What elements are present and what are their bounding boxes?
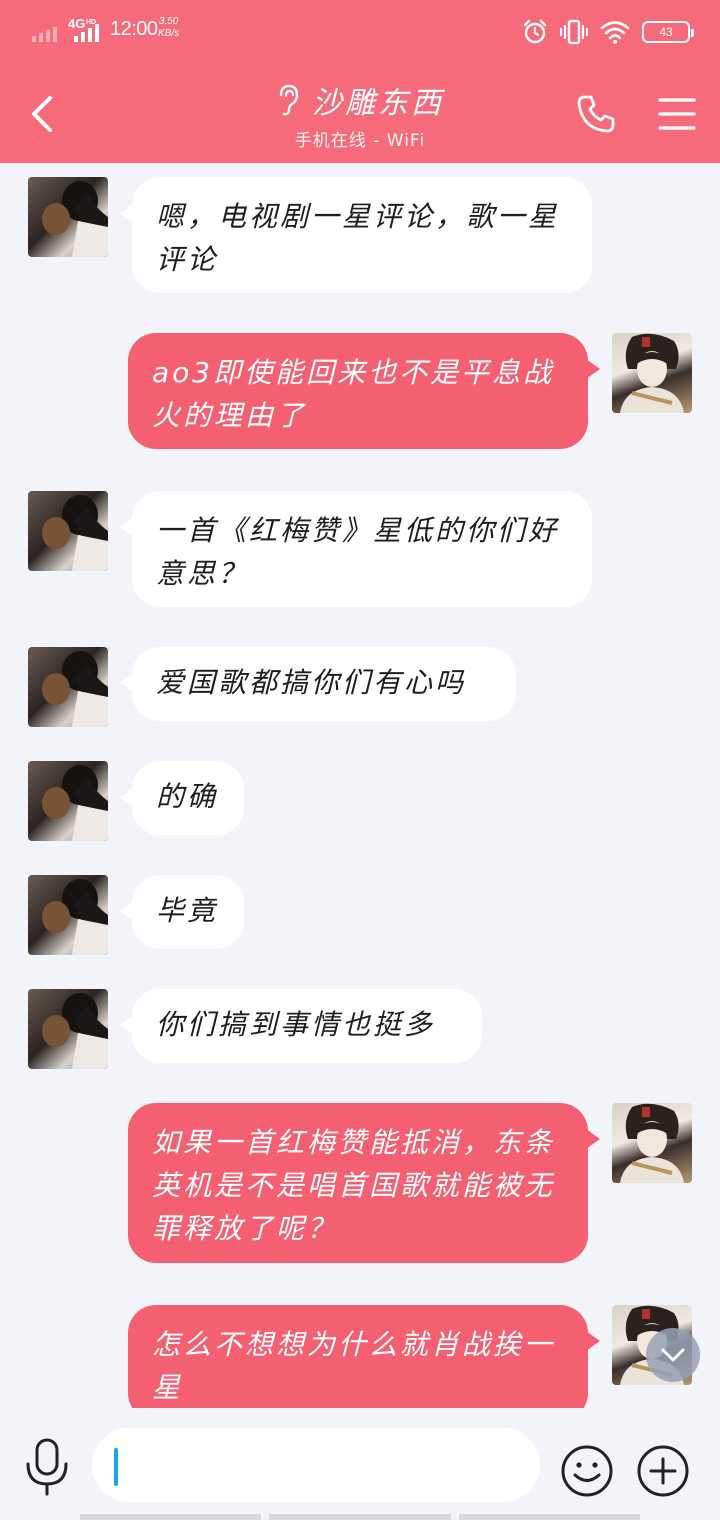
text-caret <box>114 1448 118 1486</box>
menu-icon[interactable] <box>658 96 696 132</box>
chat-header: 4G HD 12:00 3.50 KB/s 43 沙雕东西 手机在线 - WiF… <box>0 0 720 163</box>
incoming-message[interactable]: 毕竟 <box>120 875 244 949</box>
network-speed: 3.50 KB/s <box>158 16 179 40</box>
battery-indicator: 43 <box>642 21 694 43</box>
ear-icon <box>279 84 299 116</box>
wifi-icon <box>600 21 630 44</box>
incoming-message[interactable]: 的确 <box>120 761 244 835</box>
microphone-icon[interactable] <box>24 1438 70 1496</box>
status-time: 12:00 <box>110 18 158 40</box>
my-avatar[interactable] <box>612 333 692 413</box>
network-type: 4G <box>68 16 85 31</box>
friend-avatar[interactable] <box>28 989 108 1069</box>
message-list[interactable]: 嗯，电视剧一星评论，歌一星评论 ao3即使能回来也不是平息战火的理由了 一首《红… <box>0 163 720 1408</box>
friend-avatar[interactable] <box>28 875 108 955</box>
network-speed-unit: KB/s <box>158 28 180 39</box>
status-icons: 43 <box>522 18 694 46</box>
phone-icon[interactable] <box>576 94 616 134</box>
outgoing-message[interactable]: 怎么不想想为什么就肖战挨一星 <box>128 1305 600 1408</box>
friend-avatar[interactable] <box>28 761 108 841</box>
plus-icon[interactable] <box>636 1444 690 1498</box>
signal-icon: 4G HD <box>32 16 99 42</box>
incoming-message[interactable]: 爱国歌都搞你们有心吗 <box>120 647 516 721</box>
message-input[interactable] <box>92 1428 540 1502</box>
network-speed-value: 3.50 <box>158 16 179 27</box>
outgoing-message[interactable]: 如果一首红梅赞能抵消，东条英机是不是唱首国歌就能被无罪释放了呢？ <box>128 1103 600 1263</box>
scroll-to-bottom-button[interactable] <box>646 1328 700 1382</box>
keyboard-bar-indicators <box>80 1514 640 1520</box>
vibrate-icon <box>560 19 588 45</box>
incoming-message[interactable]: 嗯，电视剧一星评论，歌一星评论 <box>120 177 592 293</box>
emoji-icon[interactable] <box>560 1444 614 1498</box>
friend-avatar[interactable] <box>28 647 108 727</box>
input-bar <box>0 1408 720 1520</box>
incoming-message[interactable]: 一首《红梅赞》星低的你们好意思？ <box>120 491 592 607</box>
battery-level: 43 <box>659 25 673 39</box>
friend-avatar[interactable] <box>28 491 108 571</box>
my-avatar[interactable] <box>612 1103 692 1183</box>
network-badge: HD <box>86 19 96 26</box>
chat-title: 沙雕东西 <box>312 86 444 121</box>
incoming-message[interactable]: 你们搞到事情也挺多 <box>120 989 482 1063</box>
status-bar: 4G HD 12:00 3.50 KB/s 43 <box>0 0 720 64</box>
chevron-down-icon <box>661 1348 685 1362</box>
friend-avatar[interactable] <box>28 177 108 257</box>
outgoing-message[interactable]: ao3即使能回来也不是平息战火的理由了 <box>128 333 600 449</box>
alarm-icon <box>523 19 547 44</box>
